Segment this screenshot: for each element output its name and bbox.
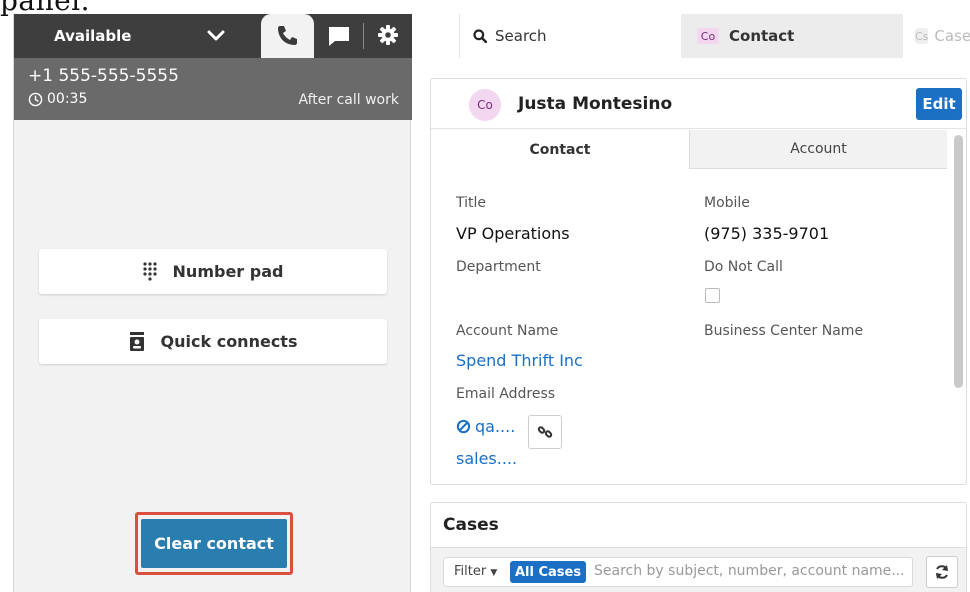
call-timer: 00:35 xyxy=(28,91,87,107)
filter-label: Filter xyxy=(454,564,487,579)
search-icon xyxy=(473,29,487,43)
quick-connects-button[interactable]: Quick connects xyxy=(39,319,387,364)
caller-number: +1 555-555-5555 xyxy=(28,66,179,86)
caret-down-icon: ▼ xyxy=(490,568,498,578)
cases-search-input[interactable]: Search by subject, number, account name.… xyxy=(594,563,905,579)
title-label: Title xyxy=(456,195,487,211)
contact-header: Co Justa Montesino Edit xyxy=(431,79,966,129)
tab-contact[interactable]: Co Contact xyxy=(681,14,903,58)
do-not-call-label: Do Not Call xyxy=(704,259,783,275)
tab-settings[interactable] xyxy=(366,14,410,58)
number-pad-button[interactable]: Number pad xyxy=(39,249,387,294)
agent-status-label: Available xyxy=(54,27,132,45)
chevron-down-icon xyxy=(207,30,225,41)
email-primary-text: qa.... xyxy=(475,417,516,436)
subtab-contact[interactable]: Contact xyxy=(431,130,689,169)
email-address-label: Email Address xyxy=(456,386,556,402)
email-primary[interactable]: qa.... xyxy=(456,417,515,436)
phone-icon xyxy=(278,26,297,45)
cases-toolbar: Filter ▼ All Cases Search by subject, nu… xyxy=(431,547,966,592)
tab-divider xyxy=(363,23,364,49)
quick-connects-label: Quick connects xyxy=(160,332,298,351)
mobile-label: Mobile xyxy=(704,195,750,211)
tab-case[interactable]: Cs Case xyxy=(903,14,970,58)
refresh-icon xyxy=(936,565,948,579)
cases-subpanel: Cases Filter ▼ All Cases Search by subje… xyxy=(430,502,967,592)
console-tab-bar: Search Co Contact Cs Case xyxy=(459,14,970,58)
avatar: Co xyxy=(469,89,501,121)
contact-module-badge: Co xyxy=(697,28,719,44)
link-icon xyxy=(537,426,553,438)
copy-link-button[interactable] xyxy=(528,415,562,449)
title-value: VP Operations xyxy=(456,224,570,243)
email-secondary[interactable]: sales.... xyxy=(456,449,517,468)
chat-icon xyxy=(329,27,349,46)
account-name-label: Account Name xyxy=(456,323,559,339)
tab-phone[interactable] xyxy=(261,14,314,58)
contact-record-panel: Co Justa Montesino Edit Contact Account … xyxy=(430,78,967,485)
business-center-label: Business Center Name xyxy=(704,323,864,339)
all-cases-pill[interactable]: All Cases xyxy=(510,561,587,583)
address-book-icon xyxy=(129,331,144,351)
tab-search-label: Search xyxy=(495,27,547,45)
do-not-call-checkbox[interactable] xyxy=(705,288,720,303)
clock-icon xyxy=(28,92,43,106)
account-name-link[interactable]: Spend Thrift Inc xyxy=(456,351,583,370)
active-call-info: +1 555-555-5555 00:35 After call work xyxy=(14,58,412,120)
department-label: Department xyxy=(456,259,541,275)
tab-search[interactable]: Search xyxy=(459,14,681,58)
agent-status-dropdown[interactable]: Available xyxy=(14,14,260,58)
clear-contact-button[interactable]: Clear contact xyxy=(141,519,287,568)
subtab-account[interactable]: Account xyxy=(689,130,947,169)
tab-case-label: Case xyxy=(934,27,970,45)
mobile-value: (975) 335-9701 xyxy=(704,224,830,243)
cases-title: Cases xyxy=(443,515,499,535)
contact-control-panel: Available +1 555-555-5555 00:35 After ca… xyxy=(13,14,412,592)
dialpad-icon xyxy=(142,261,157,281)
tab-contact-label: Contact xyxy=(729,27,795,45)
ccp-header: Available xyxy=(14,14,412,58)
filter-dropdown[interactable]: Filter ▼ xyxy=(454,564,497,579)
scrollbar[interactable] xyxy=(954,135,963,388)
case-module-badge: Cs xyxy=(915,28,929,44)
call-state-label: After call work xyxy=(298,92,399,108)
call-timer-value: 00:35 xyxy=(47,91,88,107)
contact-name[interactable]: Justa Montesino xyxy=(518,94,672,114)
refresh-button[interactable] xyxy=(926,556,958,588)
tab-chat[interactable] xyxy=(318,14,362,58)
opt-out-icon xyxy=(456,419,471,434)
edit-button[interactable]: Edit xyxy=(916,88,962,120)
gear-icon xyxy=(378,25,398,45)
cases-search-box: Filter ▼ All Cases Search by subject, nu… xyxy=(443,557,913,587)
number-pad-label: Number pad xyxy=(172,262,284,281)
